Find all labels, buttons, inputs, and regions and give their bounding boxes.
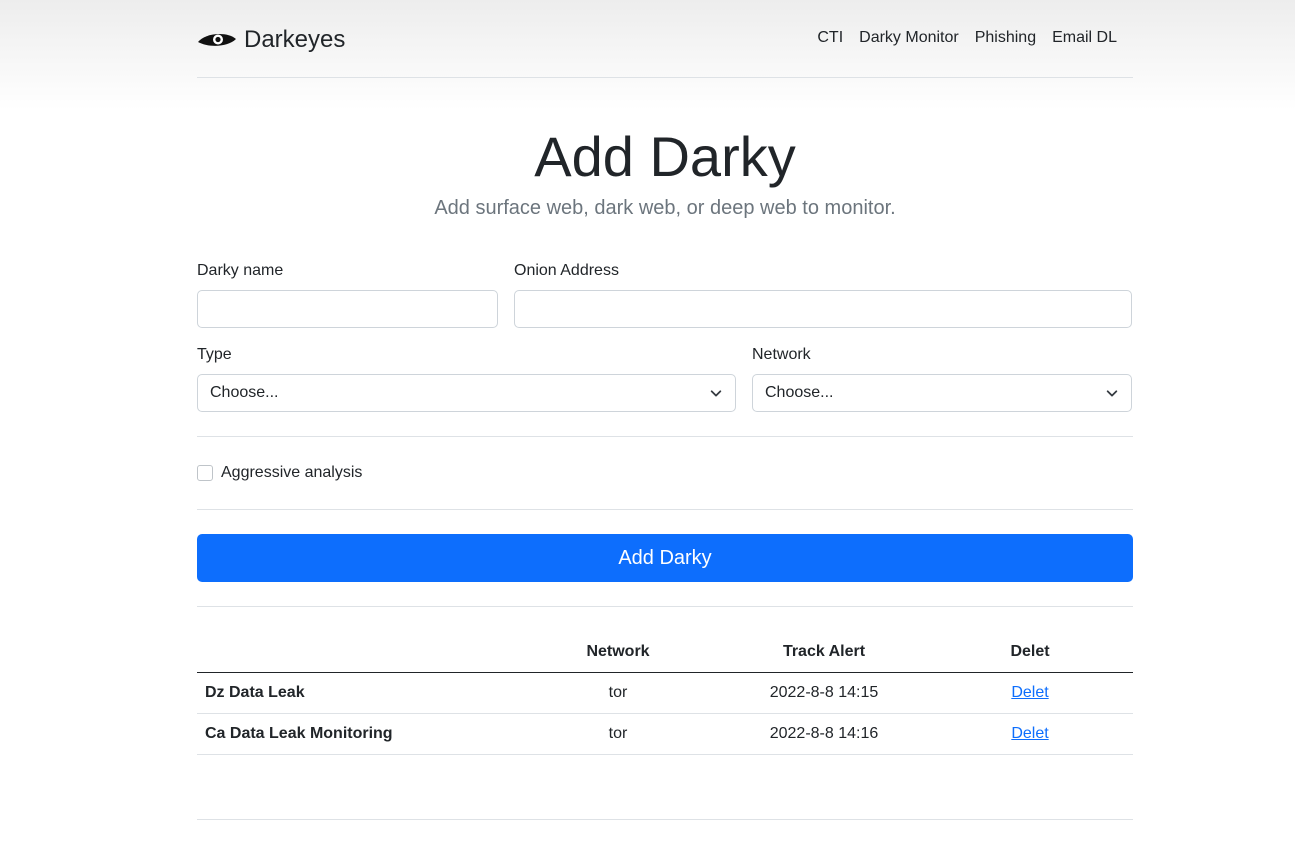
header: Darkeyes CTI Darky Monitor Phishing Emai… — [197, 0, 1133, 78]
type-select[interactable]: Choose... — [197, 374, 736, 412]
darky-name-label: Darky name — [197, 262, 284, 279]
darky-name-input[interactable] — [197, 290, 498, 328]
network-select[interactable]: Choose... — [752, 374, 1132, 412]
table-row: Ca Data Leak Monitoring tor 2022-8-8 14:… — [197, 713, 1133, 755]
brand-link[interactable]: Darkeyes — [197, 26, 345, 54]
main-nav: CTI Darky Monitor Phishing Email DL — [817, 29, 1117, 47]
delete-link[interactable]: Delet — [1011, 684, 1048, 701]
nav-phishing[interactable]: Phishing — [975, 29, 1036, 47]
delete-link[interactable]: Delet — [1011, 725, 1048, 742]
onion-address-input[interactable] — [514, 290, 1132, 328]
row-action: Delet — [927, 713, 1133, 755]
type-selected-value: Choose... — [210, 384, 279, 401]
brand-name: Darkeyes — [244, 25, 346, 53]
footer-divider — [197, 819, 1133, 820]
row-track-alert: 2022-8-8 14:15 — [721, 672, 927, 714]
header-name — [197, 632, 515, 673]
divider — [197, 509, 1133, 510]
hero: Add Darky Add surface web, dark web, or … — [197, 78, 1133, 220]
eye-icon — [198, 33, 236, 46]
network-selected-value: Choose... — [765, 384, 834, 401]
row-name: Ca Data Leak Monitoring — [197, 713, 515, 755]
aggressive-analysis-label[interactable]: Aggressive analysis — [221, 464, 362, 482]
row-network: tor — [515, 672, 721, 714]
table-row: Dz Data Leak tor 2022-8-8 14:15 Delet — [197, 672, 1133, 714]
network-label: Network — [752, 346, 811, 363]
chevron-down-icon — [710, 390, 722, 397]
table-header-row: Network Track Alert Delet — [197, 632, 1133, 673]
darky-name-field: Darky name — [197, 262, 498, 328]
header-delet: Delet — [927, 632, 1133, 673]
nav-cti[interactable]: CTI — [817, 29, 843, 47]
chevron-down-icon — [1106, 390, 1118, 397]
page-subtitle: Add surface web, dark web, or deep web t… — [434, 197, 896, 219]
divider — [197, 606, 1133, 607]
darky-table: Network Track Alert Delet Dz Data Leak t… — [197, 632, 1133, 755]
onion-address-field: Onion Address — [514, 262, 1132, 328]
header-track-alert: Track Alert — [721, 632, 927, 673]
type-field: Type Choose... — [197, 346, 736, 412]
nav-email-dl[interactable]: Email DL — [1052, 29, 1117, 47]
aggressive-analysis-checkbox[interactable] — [197, 465, 213, 481]
header-network: Network — [515, 632, 721, 673]
type-label: Type — [197, 346, 232, 363]
aggressive-analysis-option: Aggressive analysis — [197, 437, 1133, 509]
add-darky-button[interactable]: Add Darky — [197, 534, 1133, 582]
row-network: tor — [515, 713, 721, 755]
row-name: Dz Data Leak — [197, 672, 515, 714]
page-title: Add Darky — [534, 125, 796, 188]
nav-darky-monitor[interactable]: Darky Monitor — [859, 29, 959, 47]
onion-address-label: Onion Address — [514, 262, 619, 279]
row-action: Delet — [927, 672, 1133, 714]
network-field: Network Choose... — [752, 346, 1132, 412]
row-track-alert: 2022-8-8 14:16 — [721, 713, 927, 755]
add-darky-form: Darky name Onion Address Type Choose... … — [197, 262, 1133, 607]
